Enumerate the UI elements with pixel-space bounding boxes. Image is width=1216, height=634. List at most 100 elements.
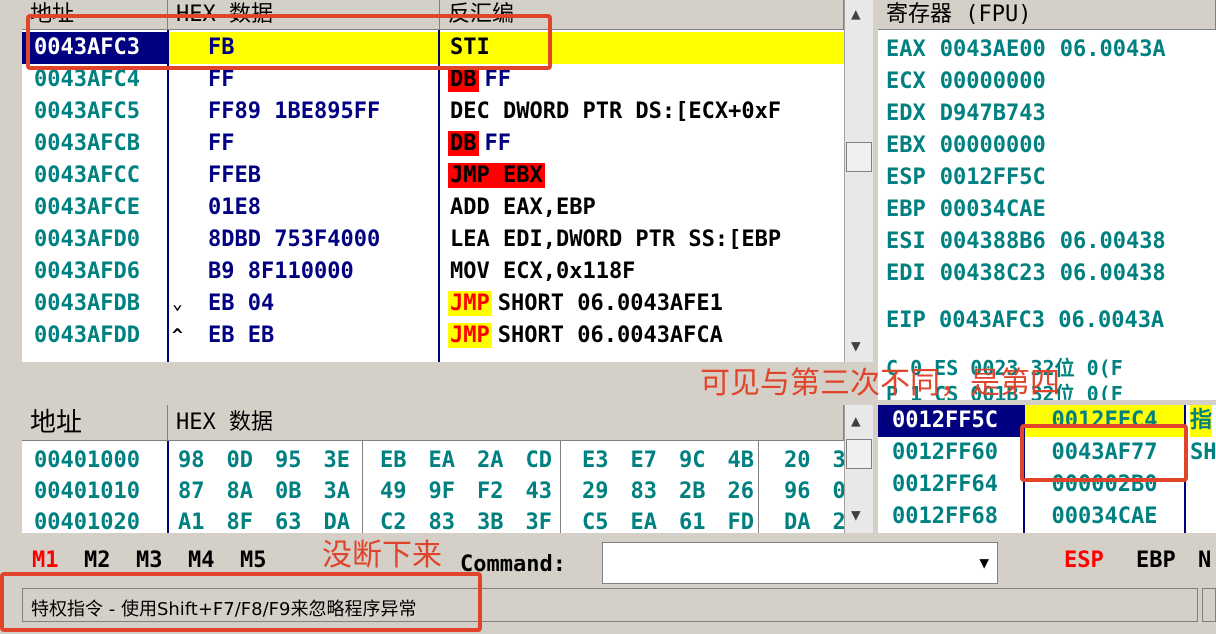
- register-row[interactable]: EAX 0043AE00 06.0043A: [886, 34, 1166, 66]
- register-name: ESI: [886, 229, 926, 254]
- disassembly-scrollbar[interactable]: ▲ ▼: [844, 0, 873, 362]
- register-row[interactable]: EBX 00000000: [886, 130, 1046, 162]
- dump-byte: DA: [784, 510, 811, 533]
- disasm-instruction: LEA EDI,DWORD PTR SS:[EBP: [448, 224, 783, 256]
- disasm-opcode: DEC DWORD PTR DS:[ECX+0xF: [450, 99, 782, 124]
- dump-byte: 3A: [323, 479, 351, 504]
- register-button-ebp[interactable]: EBP: [1136, 548, 1176, 573]
- disasm-operand: SHORT 06.0043AFE1: [497, 291, 723, 316]
- status-bar-right: [1202, 588, 1216, 622]
- scroll-thumb[interactable]: [846, 439, 872, 469]
- disasm-row[interactable]: 0043AFDD ^ EB EB JMP SHORT 06.0043AFCA: [22, 320, 844, 352]
- disasm-instruction: DEC DWORD PTR DS:[ECX+0xF: [448, 96, 783, 128]
- memory-tab-m4[interactable]: M4: [188, 548, 215, 573]
- column-divider: [438, 30, 440, 362]
- dump-byte: 26: [727, 479, 755, 504]
- dump-byte: C5: [582, 510, 609, 533]
- jump-arrow-icon: ⌄: [172, 293, 183, 314]
- disasm-row[interactable]: 0043AFD6 B9 8F110000 MOV ECX,0x118F: [22, 256, 844, 288]
- disasm-opcode: JMP EBX: [448, 163, 545, 188]
- register-value: 00034CAE: [939, 197, 1046, 222]
- scroll-down-icon[interactable]: ▼: [851, 336, 861, 355]
- register-row[interactable]: ESI 004388B6 06.00438: [886, 226, 1166, 258]
- register-name: EBP: [886, 197, 926, 222]
- dump-byte: EB: [380, 448, 407, 473]
- highlight-box-sti: [26, 14, 552, 70]
- disasm-row[interactable]: 0043AFC5 FF89 1BE895FF DEC DWORD PTR DS:[E…: [22, 96, 844, 128]
- disasm-row[interactable]: 0043AFD0 8DBD 753F4000 LEA EDI,DWORD PTR S…: [22, 224, 844, 256]
- register-row[interactable]: EDX D947B743: [886, 98, 1046, 130]
- scroll-up-icon[interactable]: ▲: [851, 4, 861, 23]
- register-row-eip[interactable]: EIP 0043AFC3 06.0043A: [886, 305, 1164, 337]
- disasm-address: 0043AFDB: [34, 291, 140, 316]
- register-button-esp[interactable]: ESP: [1064, 548, 1104, 573]
- disasm-opcode: JMP: [448, 323, 492, 348]
- disasm-opcode: DB: [448, 67, 479, 92]
- disasm-row[interactable]: 0043AFCE 01E8 ADD EAX,EBP: [22, 192, 844, 224]
- stack-comment: SH: [1190, 440, 1216, 465]
- register-row[interactable]: ESP 0012FF5C: [886, 162, 1046, 194]
- register-name: ESP: [886, 165, 926, 190]
- disasm-opcode: ADD EAX,EBP: [450, 195, 596, 220]
- register-comment: 06.0043A: [1058, 308, 1165, 333]
- disasm-operand: SHORT 06.0043AFCA: [497, 323, 723, 348]
- disasm-hex: 8DBD 753F4000: [208, 227, 381, 252]
- disasm-opcode: JMP: [448, 291, 492, 316]
- dump-byte: 87: [178, 479, 205, 504]
- disasm-opcode: LEA EDI,DWORD PTR SS:[EBP: [450, 227, 782, 252]
- dump-byte: F2: [477, 479, 504, 504]
- register-row[interactable]: EDI 00438C23 06.00438: [886, 258, 1166, 290]
- memory-tab-m2[interactable]: M2: [84, 548, 111, 573]
- scroll-down-icon[interactable]: ▼: [851, 505, 861, 524]
- disasm-row[interactable]: 0043AFCB FF DB FF: [22, 128, 844, 160]
- disasm-row[interactable]: 0043AFDB ⌄ EB 04 JMP SHORT 06.0043AFE1: [22, 288, 844, 320]
- scroll-thumb[interactable]: [846, 142, 872, 172]
- register-value: 00438C23: [939, 261, 1046, 286]
- dump-byte: 9F: [428, 479, 456, 504]
- stack-comment: 指: [1190, 405, 1213, 437]
- command-input[interactable]: ▼: [602, 542, 998, 584]
- stack-address: 0012FF64: [892, 472, 998, 497]
- disasm-instruction: JMP SHORT 06.0043AFE1: [448, 288, 723, 320]
- dump-byte: CD: [525, 448, 553, 473]
- disasm-opcode: DB: [448, 131, 479, 156]
- dump-header-hex[interactable]: HEX 数据: [168, 405, 844, 441]
- column-divider: [167, 30, 169, 362]
- dump-byte: 20: [784, 448, 811, 473]
- disasm-hex: 01E8: [208, 195, 261, 220]
- dump-byte: 9C: [679, 448, 706, 473]
- disasm-row[interactable]: 0043AFCC FFEB JMP EBX: [22, 160, 844, 192]
- dump-header-address[interactable]: 地址: [22, 405, 168, 441]
- disasm-instruction: JMP EBX: [448, 160, 545, 192]
- memory-tab-m3[interactable]: M3: [136, 548, 163, 573]
- annotation-fourth: 可见与第三次不同，是第四: [700, 366, 1060, 401]
- stack-row[interactable]: 0012FF68 00034CAE: [878, 501, 1216, 533]
- dump-byte: 63: [275, 510, 302, 533]
- memory-tab-m1[interactable]: M1: [32, 548, 59, 573]
- register-row[interactable]: EBP 00034CAE: [886, 194, 1046, 226]
- dump-row[interactable]: 00401000 98 0D 95 3E EB EA 2A CD E3 E7 9C 4B 20 37: [22, 445, 844, 476]
- dump-byte: E7: [630, 448, 658, 473]
- disasm-operand: FF: [484, 67, 512, 92]
- column-divider: [560, 441, 561, 533]
- dump-scrollbar[interactable]: ▲ ▼: [844, 405, 873, 533]
- register-header[interactable]: 寄存器 (FPU): [878, 0, 1216, 30]
- dump-row[interactable]: 00401010 87 8A 0B 3A 49 9F F2 43 29 83 2B 26 96 0A: [22, 476, 844, 507]
- memory-tab-m5[interactable]: M5: [240, 548, 267, 573]
- column-divider: [758, 441, 759, 533]
- scroll-up-icon[interactable]: ▲: [851, 411, 861, 430]
- column-divider: [167, 441, 169, 533]
- dump-byte: 0D: [226, 448, 254, 473]
- register-name: EIP: [886, 308, 926, 333]
- stack-address: 0012FF60: [892, 440, 998, 465]
- register-button-n[interactable]: N: [1198, 548, 1211, 573]
- disasm-instruction: DB FF: [448, 128, 511, 160]
- register-row[interactable]: ECX 00000000: [886, 66, 1046, 98]
- disasm-instruction: ADD EAX,EBP: [448, 192, 598, 224]
- register-name: ECX: [886, 69, 926, 94]
- column-divider: [362, 441, 363, 533]
- dropdown-arrow-icon[interactable]: ▼: [979, 553, 989, 572]
- disasm-address: 0043AFC5: [34, 99, 140, 124]
- register-comment: 06.00438: [1059, 261, 1166, 286]
- dump-byte: EA: [428, 448, 456, 473]
